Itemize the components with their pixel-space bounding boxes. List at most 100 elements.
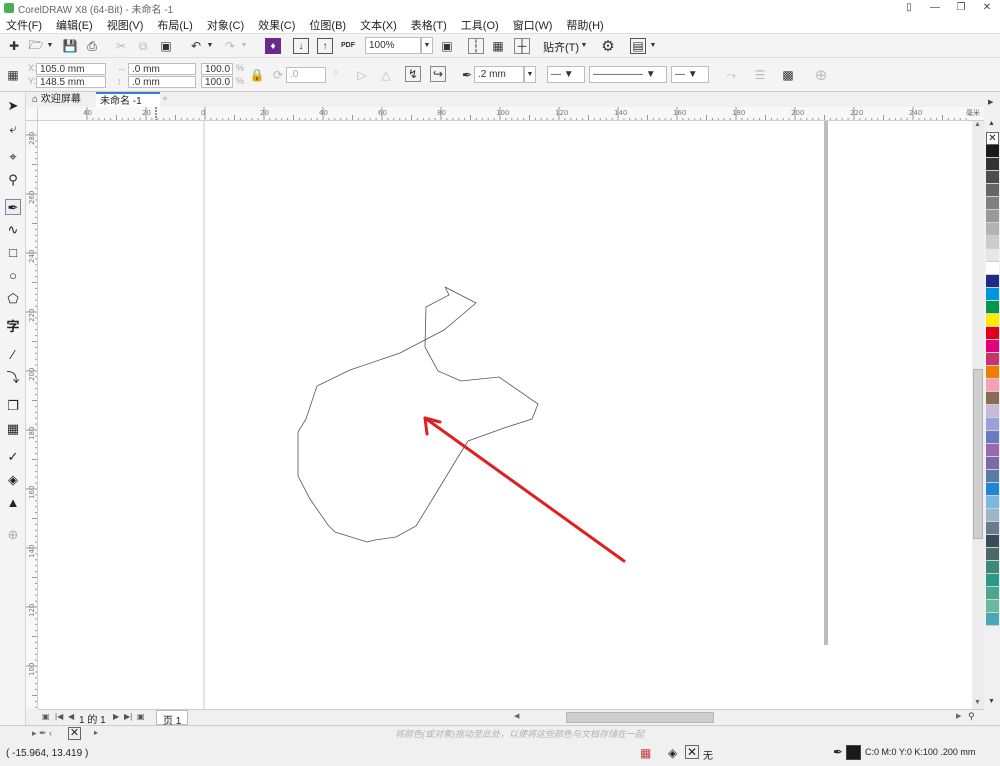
scroll-down-arrow-icon[interactable]: ▼ bbox=[974, 699, 981, 706]
palette-swatch[interactable] bbox=[986, 457, 999, 470]
scale-x-field[interactable]: 100.0 bbox=[201, 63, 233, 75]
palette-swatch[interactable] bbox=[986, 275, 999, 288]
palette-swatch[interactable] bbox=[986, 535, 999, 548]
export-icon[interactable]: ↑ bbox=[317, 38, 333, 54]
rotation-icon[interactable]: ⟳ bbox=[270, 67, 286, 83]
height-field[interactable]: .0 mm bbox=[128, 76, 196, 88]
palette-swatch[interactable] bbox=[986, 548, 999, 561]
crop-tool-icon[interactable]: ⌖ bbox=[5, 149, 21, 165]
palette-tools-icon[interactable]: ▸ ✒ ‹ bbox=[32, 728, 52, 739]
publish-pdf-icon[interactable]: PDF bbox=[340, 37, 356, 53]
polygon-tool-icon[interactable]: ⬠ bbox=[5, 291, 21, 307]
paste-icon[interactable]: ▣ bbox=[158, 38, 174, 54]
tab-document[interactable]: 未命名 -1 bbox=[96, 92, 160, 107]
open-dropdown-icon[interactable]: ▼ bbox=[45, 38, 55, 54]
palette-swatch[interactable] bbox=[986, 223, 999, 236]
snap-dropdown-icon[interactable]: ▼ bbox=[579, 38, 589, 54]
palette-swatch[interactable] bbox=[986, 366, 999, 379]
menu-layout[interactable]: 布局(L) bbox=[157, 17, 192, 33]
search-content-icon[interactable]: ♦ bbox=[265, 38, 281, 54]
menu-window[interactable]: 窗口(W) bbox=[513, 17, 553, 33]
menu-bitmaps[interactable]: 位图(B) bbox=[309, 17, 346, 33]
shape-tool-icon[interactable]: ⤶ bbox=[5, 121, 21, 137]
node-tool-icon[interactable]: ↯ bbox=[405, 66, 421, 82]
close-button[interactable]: ✕ bbox=[974, 0, 1000, 16]
add-toolbar-icon[interactable]: ⊕ bbox=[813, 67, 829, 84]
account-icon[interactable]: ▯ bbox=[896, 0, 922, 16]
palette-swatch[interactable] bbox=[986, 574, 999, 587]
palette-swatch[interactable] bbox=[986, 184, 999, 197]
palette-swatch[interactable] bbox=[986, 379, 999, 392]
horizontal-scroll-thumb[interactable] bbox=[566, 712, 714, 723]
add-page-after-icon[interactable]: ▣ bbox=[137, 712, 145, 721]
grid-icon[interactable]: ▦ bbox=[490, 38, 506, 54]
page-1-tab[interactable]: 页 1 bbox=[156, 710, 189, 727]
palette-swatch[interactable] bbox=[986, 405, 999, 418]
scroll-right-arrow-icon[interactable]: ▶ bbox=[956, 712, 961, 720]
palette-swatch[interactable] bbox=[986, 262, 999, 275]
redo-icon[interactable]: ↷ bbox=[222, 38, 238, 54]
palette-swatch[interactable] bbox=[986, 509, 999, 522]
menu-table[interactable]: 表格(T) bbox=[411, 17, 447, 33]
edit-path-icon[interactable]: ↪ bbox=[430, 66, 446, 82]
outline-width-dropdown-icon[interactable]: ▼ bbox=[524, 66, 536, 83]
palette-swatch[interactable] bbox=[986, 197, 999, 210]
vertical-scroll-thumb[interactable] bbox=[973, 369, 983, 539]
vertical-ruler[interactable]: 280 260 240 220 200 180 160 140 120 100 bbox=[26, 121, 38, 709]
palette-swatch[interactable] bbox=[986, 431, 999, 444]
scroll-left-arrow-icon[interactable]: ◀ bbox=[514, 712, 519, 720]
palette-swatch[interactable] bbox=[986, 314, 999, 327]
start-arrow-field[interactable]: — ▼ bbox=[547, 66, 585, 83]
app-launcher-dropdown-icon[interactable]: ▼ bbox=[648, 38, 658, 54]
smart-fill-icon[interactable]: ▲ bbox=[5, 495, 21, 511]
snap-to-menu[interactable]: 贴齐(T) bbox=[543, 39, 579, 55]
freehand-tool-icon[interactable]: ✒ bbox=[5, 199, 21, 215]
palette-swatch[interactable] bbox=[986, 353, 999, 366]
palette-swatch[interactable] bbox=[986, 587, 999, 600]
menu-object[interactable]: 对象(C) bbox=[207, 17, 244, 33]
pick-tool-icon[interactable]: ➤ bbox=[5, 98, 21, 114]
scale-y-field[interactable]: 100.0 bbox=[201, 76, 233, 88]
zoom-dropdown-icon[interactable]: ▼ bbox=[421, 37, 433, 54]
no-color-swatch[interactable]: ✕ bbox=[986, 132, 999, 145]
first-page-icon[interactable]: |◀ bbox=[55, 712, 63, 721]
open-folder-icon[interactable]: 🗁 bbox=[28, 38, 44, 54]
palette-swatch[interactable] bbox=[986, 145, 999, 158]
outline-width-field[interactable]: .2 mm bbox=[474, 66, 524, 83]
options-gear-icon[interactable]: ⚙ bbox=[600, 38, 616, 55]
x-position-field[interactable]: 105.0 mm bbox=[36, 63, 106, 75]
parallel-dimension-icon[interactable]: ∕ bbox=[5, 347, 21, 363]
restore-button[interactable]: ❐ bbox=[948, 0, 974, 16]
palette-swatch[interactable] bbox=[986, 483, 999, 496]
palette-swatch[interactable] bbox=[986, 210, 999, 223]
document-palette-arrow-icon[interactable]: ▸ bbox=[94, 728, 98, 737]
transparency-tool-icon[interactable]: ▦ bbox=[5, 421, 21, 437]
horizontal-ruler[interactable]: 40 20 0 20 40 60 80 100 120 140 160 180 200 220 240 毫米 bbox=[38, 107, 984, 121]
line-style-field[interactable]: ————— ▼ bbox=[589, 66, 667, 83]
drawing-canvas[interactable] bbox=[38, 121, 972, 709]
palette-swatch[interactable] bbox=[986, 496, 999, 509]
lock-ratio-icon[interactable]: 🔒 bbox=[249, 67, 265, 83]
palette-swatch[interactable] bbox=[986, 171, 999, 184]
zoom-tool-icon[interactable]: ⚲ bbox=[5, 172, 21, 188]
menu-view[interactable]: 视图(V) bbox=[107, 17, 144, 33]
tab-welcome[interactable]: ⌂ 欢迎屏幕 bbox=[28, 92, 96, 107]
cut-icon[interactable]: ✂ bbox=[113, 38, 129, 54]
width-field[interactable]: .0 mm bbox=[128, 63, 196, 75]
outline-color-swatch[interactable] bbox=[846, 745, 861, 760]
palette-swatch[interactable] bbox=[986, 249, 999, 262]
guidelines-icon[interactable]: ┼ bbox=[514, 38, 530, 54]
mirror-vertical-icon[interactable]: △ bbox=[378, 67, 394, 83]
connector-tool-icon[interactable]: ⤵ bbox=[5, 370, 21, 386]
rulers-icon[interactable]: ┆ bbox=[468, 38, 484, 54]
zoom-level-field[interactable]: 100% bbox=[365, 37, 421, 54]
redo-dropdown-icon[interactable]: ▼ bbox=[239, 38, 249, 54]
last-page-icon[interactable]: ▶| bbox=[124, 712, 132, 721]
mirror-horizontal-icon[interactable]: ▷ bbox=[354, 67, 370, 83]
zoom-navigator-icon[interactable]: ⚲ bbox=[968, 711, 975, 722]
palette-swatch[interactable] bbox=[986, 561, 999, 574]
menu-edit[interactable]: 编辑(E) bbox=[56, 17, 93, 33]
palette-swatch[interactable] bbox=[986, 600, 999, 613]
palette-scroll-up-icon[interactable]: ▲ bbox=[988, 120, 995, 127]
text-tool-icon[interactable]: 字 bbox=[5, 319, 21, 335]
